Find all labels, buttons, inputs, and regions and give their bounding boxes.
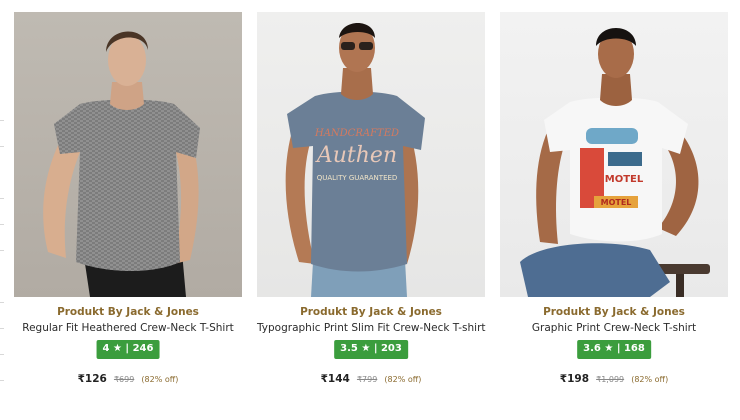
selling-price: ₹198 <box>559 373 590 385</box>
selling-price: ₹144 <box>320 373 350 385</box>
product-card[interactable]: MOTEL MOTEL Produkt By Jack & Jones Grap… <box>500 12 728 392</box>
discount-label: (82% off) <box>141 375 179 384</box>
discount-label: (82% off) <box>384 375 422 384</box>
svg-text:QUALITY GUARANTEED: QUALITY GUARANTEED <box>317 174 398 182</box>
svg-text:MOTEL: MOTEL <box>601 198 632 207</box>
selling-price: ₹126 <box>77 373 107 385</box>
product-title[interactable]: Regular Fit Heathered Crew-Neck T-Shirt <box>14 322 242 334</box>
product-brand[interactable]: Produkt By Jack & Jones <box>257 306 485 318</box>
rating-badge: 3.5 ★ | 203 <box>334 340 408 359</box>
product-title[interactable]: Graphic Print Crew-Neck T-shirt <box>500 322 728 334</box>
product-brand[interactable]: Produkt By Jack & Jones <box>14 306 242 318</box>
svg-text:MOTEL: MOTEL <box>605 174 644 185</box>
original-price: ₹699 <box>113 375 135 384</box>
discount-label: (82% off) <box>631 375 669 384</box>
product-image[interactable]: MOTEL MOTEL <box>500 12 728 297</box>
page-edge-marks <box>0 0 4 420</box>
product-grid: Produkt By Jack & Jones Regular Fit Heat… <box>14 12 730 392</box>
product-image[interactable]: HANDCRAFTED Authen QUALITY GUARANTEED <box>257 12 485 297</box>
original-price: ₹799 <box>356 375 378 384</box>
product-image[interactable] <box>14 12 242 297</box>
price-row: ₹144 ₹799 (82% off) <box>257 367 485 386</box>
price-row: ₹126 ₹699 (82% off) <box>14 367 242 386</box>
rating-badge: 3.6 ★ | 168 <box>577 340 651 359</box>
product-card[interactable]: Produkt By Jack & Jones Regular Fit Heat… <box>14 12 242 392</box>
product-brand[interactable]: Produkt By Jack & Jones <box>500 306 728 318</box>
product-card[interactable]: HANDCRAFTED Authen QUALITY GUARANTEED Pr… <box>257 12 486 392</box>
product-title[interactable]: Typographic Print Slim Fit Crew-Neck T-s… <box>257 322 486 334</box>
price-row: ₹198 ₹1,099 (82% off) <box>500 367 728 386</box>
svg-text:Authen: Authen <box>315 143 397 168</box>
svg-text:HANDCRAFTED: HANDCRAFTED <box>314 128 399 139</box>
rating-badge: 4 ★ | 246 <box>96 340 160 359</box>
original-price: ₹1,099 <box>596 375 625 384</box>
